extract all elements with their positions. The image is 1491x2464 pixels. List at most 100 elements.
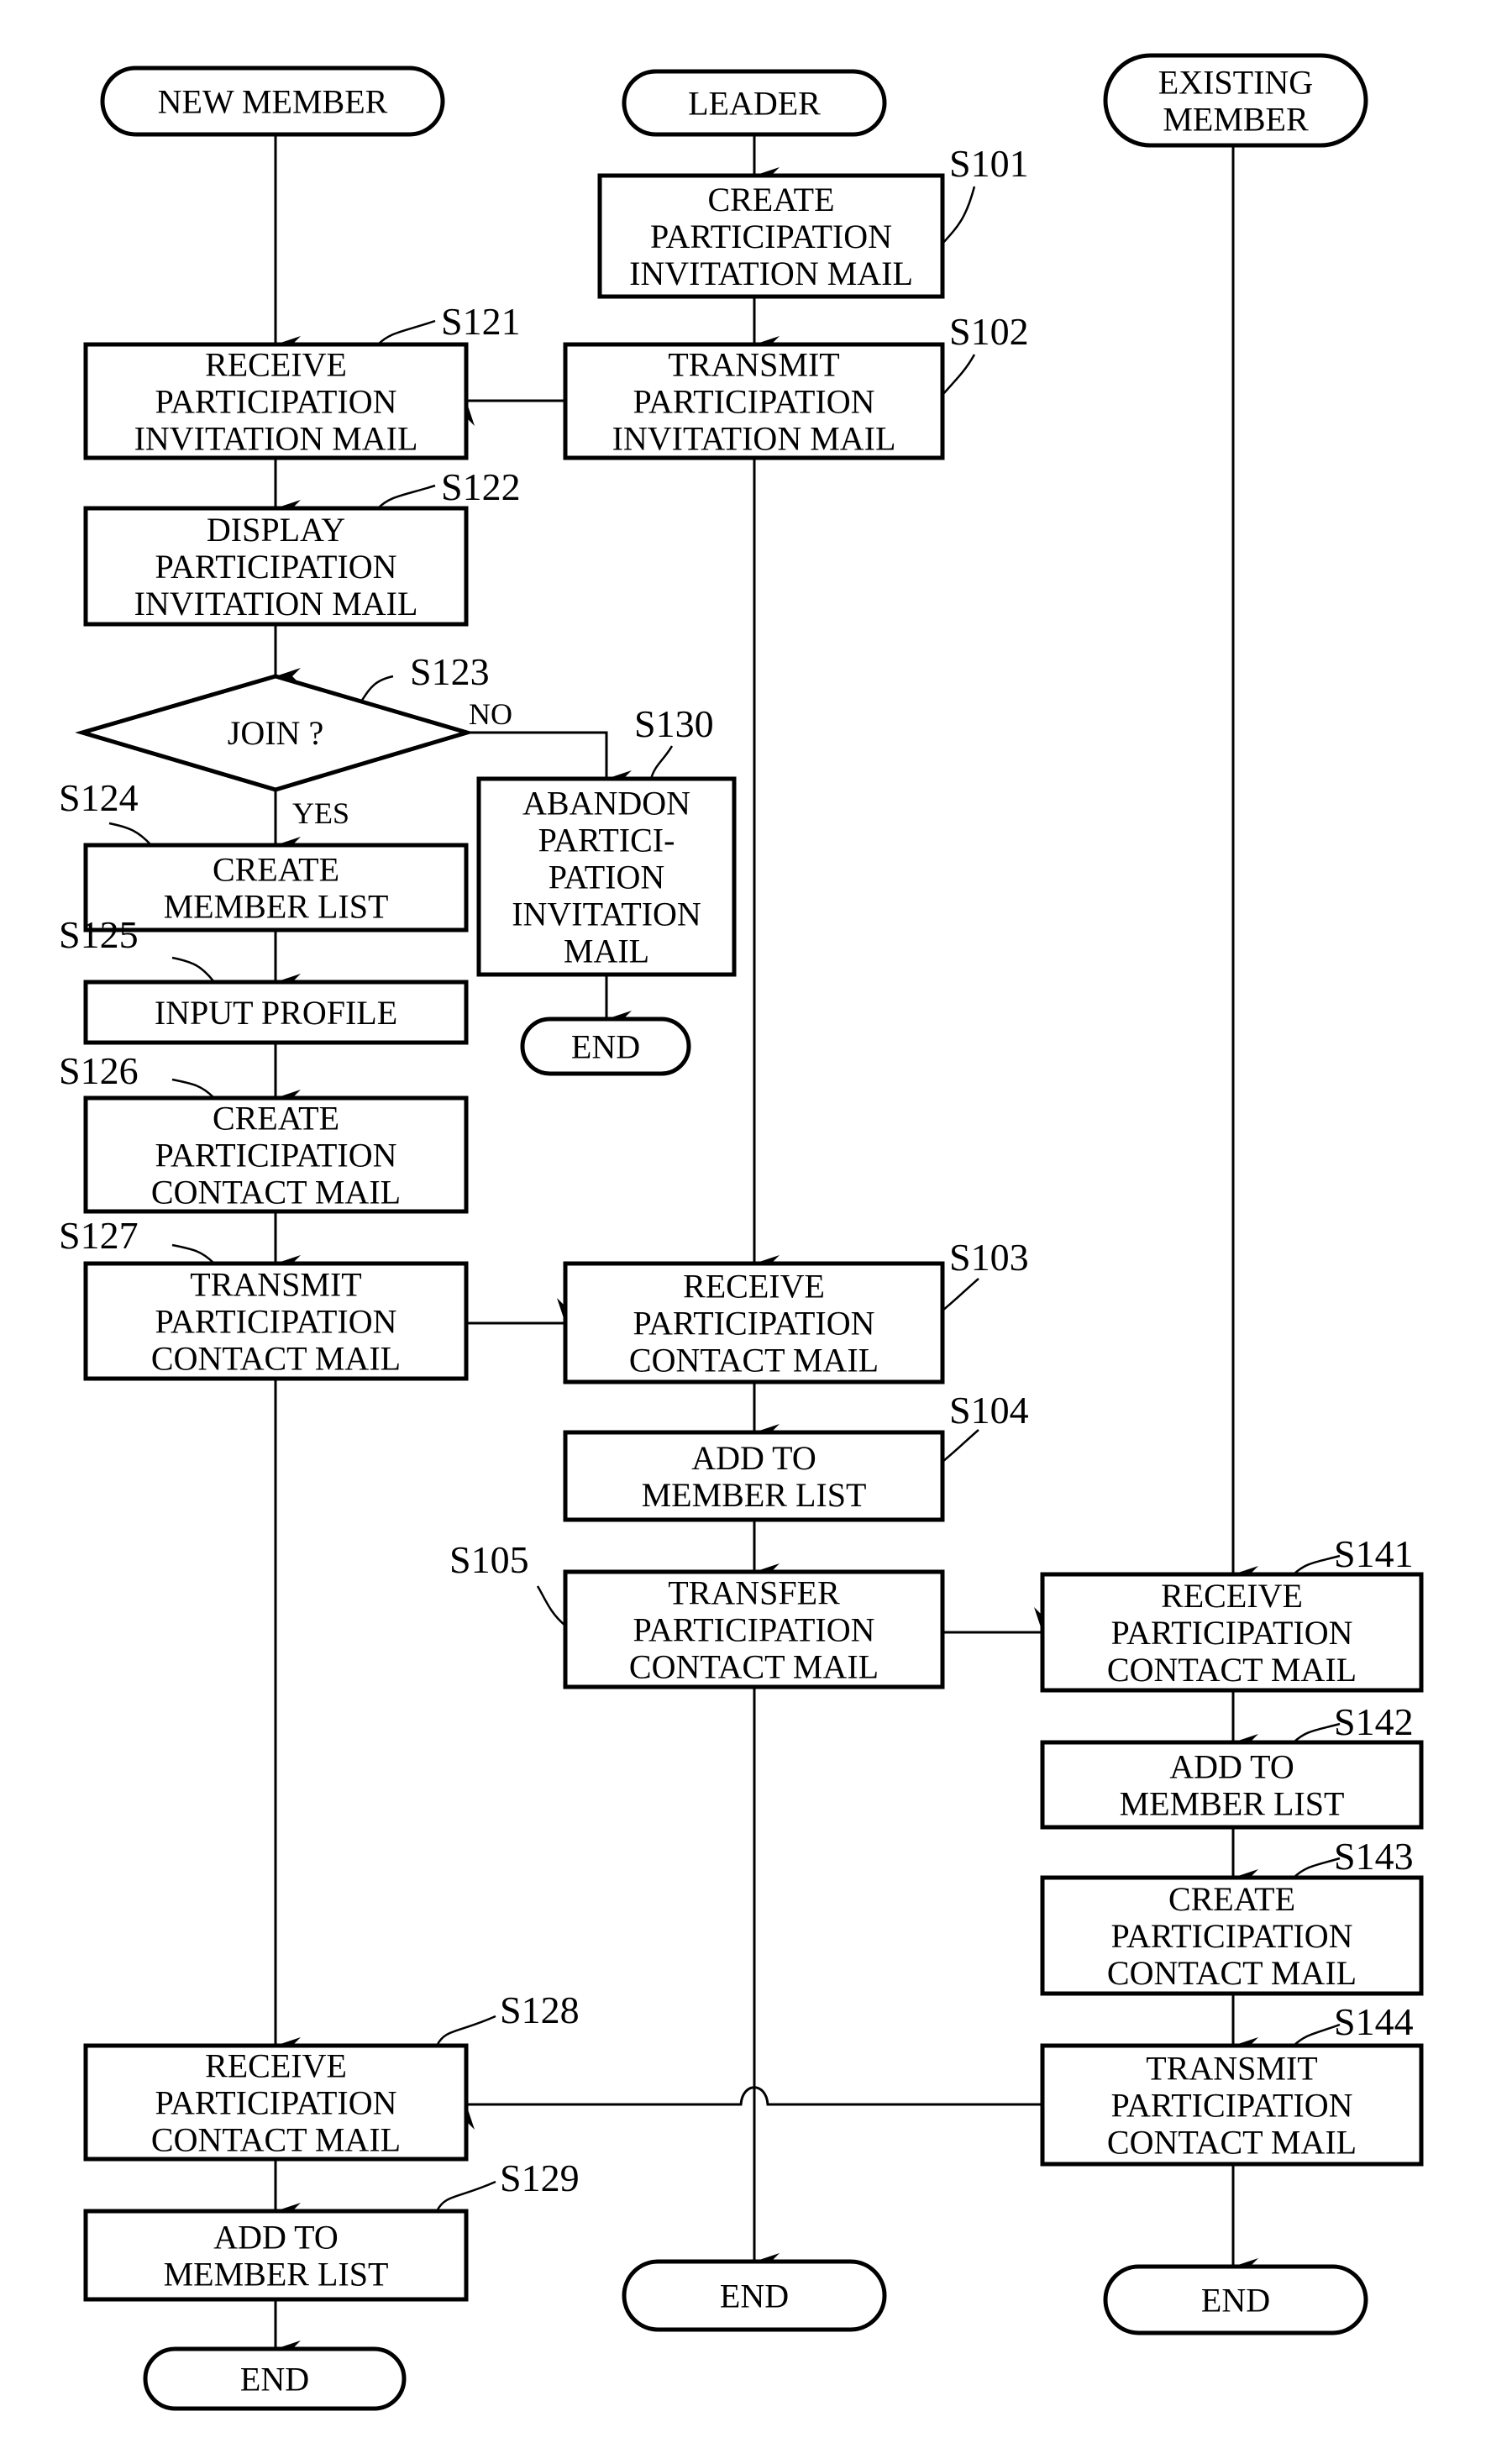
label-leader-line [942, 1429, 979, 1463]
step-text: PARTICIPATION [155, 1303, 396, 1341]
terminator-text: NEW MEMBER [158, 83, 388, 121]
label-leader-line [360, 675, 394, 702]
label-leader-line [171, 1078, 215, 1099]
step-text: INVITATION MAIL [612, 420, 896, 458]
step-id-label: S130 [634, 702, 714, 745]
step-s126: CREATEPARTICIPATIONCONTACT MAIL S126 [59, 1049, 469, 1214]
step-s102: TRANSMITPARTICIPATIONINVITATION MAIL S102 [563, 310, 1029, 460]
step-text: MAIL [564, 933, 649, 970]
terminator-text: END [240, 2361, 309, 2398]
step-id-label: S123 [410, 650, 490, 693]
step-text: PARTICIPATION [155, 548, 396, 586]
label-leader-line [942, 186, 976, 244]
step-text: INVITATION MAIL [134, 420, 418, 458]
step-s121: RECEIVEPARTICIPATIONINVITATION MAIL S121 [83, 300, 521, 460]
lane-header-existing-member: EXISTINGMEMBER [1103, 53, 1368, 148]
step-s125: INPUT PROFILE S125 [59, 913, 469, 1045]
step-text: RECEIVE [683, 1268, 825, 1306]
step-id-label: S105 [449, 1538, 529, 1581]
step-text: PARTICIPATION [155, 1137, 396, 1174]
terminator-text: LEADER [688, 85, 821, 123]
step-id-label: S127 [59, 1214, 139, 1257]
step-id-label: S141 [1334, 1532, 1414, 1575]
step-s123: JOIN ? S123 NO YES [75, 650, 512, 830]
label-leader-line [171, 956, 215, 983]
step-text: PARTICIPATION [1110, 1614, 1352, 1652]
terminator-text: EXISTING [1158, 64, 1313, 102]
end-terminator-leader: END [622, 2259, 887, 2332]
end-terminator-new-member: END [143, 2346, 407, 2411]
step-text: PARTICIPATION [155, 383, 396, 421]
step-s124: CREATEMEMBER LIST S124 [59, 776, 469, 933]
step-text: PARTICIPATION [633, 383, 874, 421]
nodes: NEW MEMBER LEADEREXISTINGMEMBERCREATEPART… [59, 53, 1424, 2411]
step-id-label: S121 [441, 300, 521, 343]
lane-header-leader: LEADER [622, 69, 887, 137]
label-leader-line [942, 1278, 979, 1311]
step-id-label: S104 [949, 1389, 1029, 1432]
label-leader-line [536, 1585, 566, 1626]
branch-yes-label: YES [292, 796, 349, 830]
label-leader-line [649, 745, 674, 780]
step-text: MEMBER LIST [1120, 1785, 1345, 1823]
step-id-label: S144 [1334, 2000, 1414, 2043]
step-id-label: S122 [441, 465, 521, 508]
step-text: CREATE [213, 851, 339, 889]
step-text: INVITATION MAIL [134, 585, 418, 623]
step-s129: ADD TOMEMBER LIST S129 [83, 2157, 580, 2302]
step-text: MEMBER LIST [164, 2256, 389, 2293]
step-id-label: S101 [949, 142, 1029, 185]
label-leader-line [1293, 1554, 1341, 1575]
step-text: CONTACT MAIL [1107, 1651, 1357, 1689]
step-text: PARTICIPATION [1110, 1917, 1352, 1955]
step-text: TRANSMIT [1146, 2050, 1317, 2088]
step-id-label: S143 [1334, 1835, 1414, 1878]
lane-header-new-member: NEW MEMBER [100, 66, 445, 137]
step-text: PARTICI- [538, 822, 675, 859]
step-text: CREATE [213, 1100, 339, 1137]
step-text: INVITATION MAIL [629, 255, 913, 292]
step-text: TRANSMIT [668, 346, 839, 384]
label-leader-line [435, 2180, 496, 2212]
label-leader-line [435, 2015, 496, 2046]
step-text: CREATE [1168, 1880, 1295, 1918]
step-text: ADD TO [691, 1439, 816, 1477]
step-text: ADD TO [213, 2219, 339, 2256]
label-leader-line [377, 319, 436, 345]
connectors [274, 134, 1258, 2357]
step-text: PARTICIPATION [1110, 2087, 1352, 2125]
step-text: RECEIVE [205, 2047, 347, 2085]
step-text: RECEIVE [1161, 1577, 1303, 1615]
step-id-label: S102 [949, 310, 1029, 353]
step-text: MEMBER LIST [642, 1476, 867, 1514]
step-text: TRANSMIT [190, 1266, 361, 1304]
step-text: CONTACT MAIL [629, 1648, 879, 1686]
step-text: PARTICIPATION [650, 218, 892, 255]
step-text: CONTACT MAIL [151, 1174, 401, 1211]
step-text: RECEIVE [205, 346, 347, 384]
step-text: CREATE [707, 181, 834, 218]
label-leader-line [108, 822, 152, 846]
step-text: CONTACT MAIL [151, 1340, 401, 1378]
step-id-label: S125 [59, 913, 139, 956]
end-terminator-existing-member: END [1103, 2264, 1368, 2335]
flow-arrow-no [467, 731, 632, 787]
terminator-text: END [571, 1028, 640, 1066]
step-s104: ADD TOMEMBER LIST S104 [563, 1389, 1029, 1522]
label-leader-line [1293, 2023, 1341, 2046]
step-text: DISPLAY [207, 511, 345, 549]
label-leader-line [1293, 1722, 1341, 1743]
label-leader-line [942, 354, 976, 396]
step-s103: RECEIVEPARTICIPATIONCONTACT MAIL S103 [563, 1236, 1029, 1384]
label-leader-line [377, 484, 436, 509]
step-text: ADD TO [1169, 1748, 1294, 1786]
step-text: CONTACT MAIL [1107, 1954, 1357, 1992]
step-id-label: S124 [59, 776, 139, 819]
label-leader-line [1293, 1857, 1341, 1878]
terminator-text: END [720, 2277, 789, 2315]
step-id-label: S126 [59, 1049, 139, 1092]
step-id-label: S128 [500, 1989, 580, 2031]
step-text: INPUT PROFILE [155, 994, 397, 1032]
step-id-label: S129 [500, 2157, 580, 2199]
step-text: PARTICIPATION [633, 1305, 874, 1342]
